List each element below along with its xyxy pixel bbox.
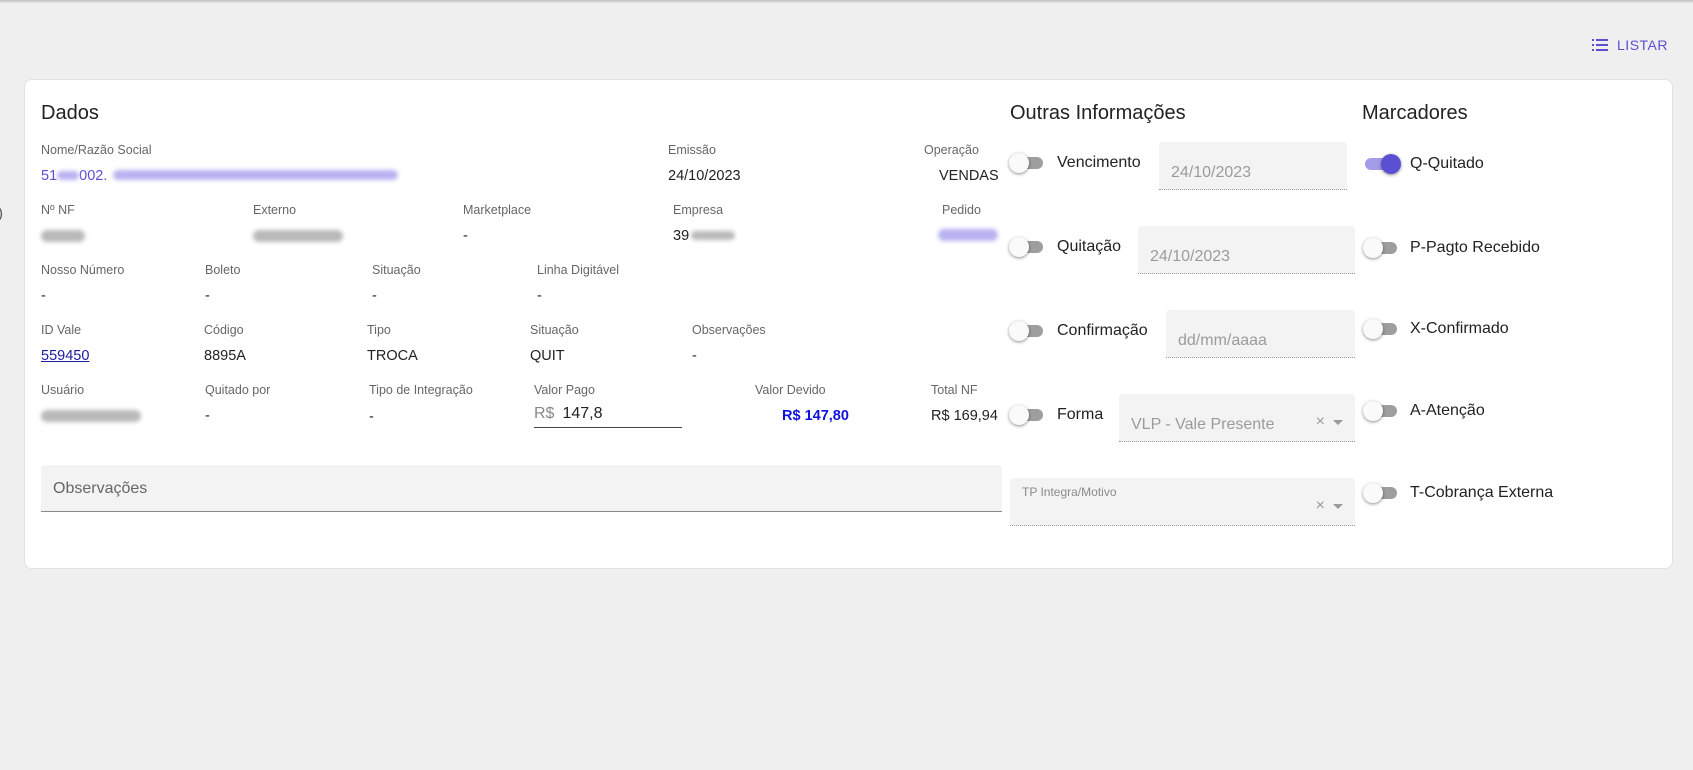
tipo-integracao-label: Tipo de Integração <box>369 383 473 397</box>
usuario-value-redacted <box>41 409 141 427</box>
confirmacao-date-field[interactable]: dd/mm/aaaa <box>1166 310 1355 358</box>
quitado-por-value: - <box>205 408 210 424</box>
confirmacao-toggle[interactable] <box>1009 321 1045 341</box>
nosso-numero-label: Nosso Número <box>41 263 125 277</box>
externo-label: Externo <box>253 203 297 217</box>
marcador-label-quitado: Q-Quitado <box>1410 155 1484 172</box>
listar-button[interactable]: LISTAR <box>1591 36 1668 54</box>
vencimento-label: Vencimento <box>1057 154 1141 171</box>
marcador-toggle-confirmado[interactable] <box>1363 319 1399 339</box>
forma-select[interactable]: VLP - Vale Presente × <box>1119 394 1355 442</box>
nome-value[interactable]: 51 002. <box>41 168 399 184</box>
list-icon <box>1592 39 1609 51</box>
quitacao-date-field[interactable]: 24/10/2023 <box>1138 226 1355 274</box>
observacoes-field[interactable]: Observações <box>41 465 1002 512</box>
pedido-label: Pedido <box>942 203 981 217</box>
empresa-value: 39 <box>673 228 736 244</box>
externo-value-redacted <box>253 229 343 247</box>
marcador-toggle-atencao[interactable] <box>1363 401 1399 421</box>
marcador-label-pagto-recebido: P-Pagto Recebido <box>1410 239 1540 256</box>
boleto-label: Boleto <box>205 263 241 277</box>
nf-value-redacted <box>41 229 85 247</box>
linha-digitavel-value: - <box>537 288 542 304</box>
marcador-toggle-cobranca-externa[interactable] <box>1363 483 1399 503</box>
observacoes-placeholder: Observações <box>53 480 148 497</box>
marcadores-title: Marcadores <box>1362 102 1468 124</box>
nosso-numero-value: - <box>41 288 46 304</box>
quitado-por-label: Quitado por <box>205 383 271 397</box>
situacao-boleto-value: - <box>372 288 377 304</box>
marcador-label-confirmado: X-Confirmado <box>1410 320 1509 337</box>
vencimento-toggle[interactable] <box>1009 153 1045 173</box>
forma-label: Forma <box>1057 406 1104 423</box>
currency-prefix: R$ <box>534 405 555 422</box>
nome-label: Nome/Razão Social <box>41 143 152 157</box>
tp-integra-select[interactable]: TP Integra/Motivo × <box>1010 478 1355 526</box>
emissao-label: Emissão <box>668 143 716 157</box>
codigo-label: Código <box>204 323 244 337</box>
forma-value: VLP - Vale Presente <box>1131 416 1275 433</box>
dados-title: Dados <box>41 102 99 124</box>
situacao-vale-value: QUIT <box>530 348 565 364</box>
marketplace-value: - <box>463 228 468 244</box>
operacao-label: Operação <box>924 143 979 157</box>
usuario-label: Usuário <box>41 383 85 397</box>
top-shadow <box>0 0 1693 3</box>
marcador-label-atencao: A-Atenção <box>1410 402 1485 419</box>
redacted-block <box>57 171 80 180</box>
clear-icon[interactable]: × <box>1316 498 1325 514</box>
confirmacao-label: Confirmação <box>1057 322 1148 339</box>
quitacao-label: Quitação <box>1057 238 1122 255</box>
operacao-value: VENDAS <box>939 168 999 184</box>
chevron-down-icon[interactable] <box>1333 503 1343 509</box>
redacted-block <box>113 170 399 180</box>
marcador-label-cobranca-externa: T-Cobrança Externa <box>1410 484 1554 501</box>
quitacao-toggle[interactable] <box>1009 237 1045 257</box>
vencimento-date: 24/10/2023 <box>1171 164 1252 181</box>
linha-digitavel-label: Linha Digitável <box>537 263 619 277</box>
marketplace-label: Marketplace <box>463 203 532 217</box>
observacoes-vale-label: Observações <box>692 323 766 337</box>
empresa-value-start: 39 <box>673 228 690 244</box>
confirmacao-placeholder: dd/mm/aaaa <box>1178 332 1267 349</box>
id-vale-link[interactable]: 559450 <box>41 348 89 364</box>
pedido-value-redacted <box>938 228 998 246</box>
valor-devido-value: R$ 147,80 <box>782 408 849 424</box>
nf-label: Nº NF <box>41 203 75 217</box>
tipo-label: Tipo <box>367 323 391 337</box>
codigo-value: 8895A <box>204 348 246 364</box>
redacted-block <box>691 231 736 240</box>
empresa-label: Empresa <box>673 203 724 217</box>
total-nf-label: Total NF <box>931 383 978 397</box>
forma-toggle[interactable] <box>1009 405 1045 425</box>
situacao-boleto-label: Situação <box>372 263 421 277</box>
left-edge-glyph: ) <box>0 205 3 222</box>
valor-devido-label: Valor Devido <box>755 383 826 397</box>
emissao-value: 24/10/2023 <box>668 168 741 184</box>
quitacao-date: 24/10/2023 <box>1150 248 1231 265</box>
valor-pago-label: Valor Pago <box>534 383 595 397</box>
tipo-value: TROCA <box>367 348 418 364</box>
valor-pago-value: 147,8 <box>562 405 603 422</box>
tp-integra-label: TP Integra/Motivo <box>1022 485 1117 499</box>
vencimento-date-field[interactable]: 24/10/2023 <box>1159 142 1347 190</box>
tipo-integracao-value: - <box>369 409 374 425</box>
chevron-down-icon[interactable] <box>1333 419 1343 425</box>
boleto-value: - <box>205 288 210 304</box>
marcador-toggle-pagto-recebido[interactable] <box>1363 238 1399 258</box>
id-vale-label: ID Vale <box>41 323 82 337</box>
observacoes-vale-value: - <box>692 348 697 364</box>
nome-value-start: 51 <box>41 168 58 184</box>
clear-icon[interactable]: × <box>1316 414 1325 430</box>
outras-title: Outras Informações <box>1010 102 1186 124</box>
listar-label: LISTAR <box>1617 37 1668 53</box>
situacao-vale-label: Situação <box>530 323 579 337</box>
nome-value-mid: 002. <box>79 168 108 184</box>
total-nf-value: R$ 169,94 <box>931 408 998 424</box>
marcador-toggle-quitado[interactable] <box>1363 154 1401 174</box>
valor-pago-input[interactable]: R$ 147,8 <box>534 398 682 428</box>
form-card: Dados Nome/Razão Social 51 002. Emissão 2… <box>24 79 1673 569</box>
